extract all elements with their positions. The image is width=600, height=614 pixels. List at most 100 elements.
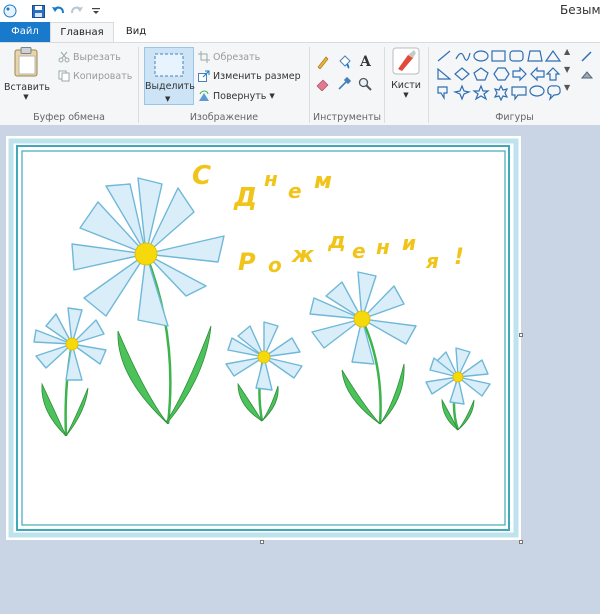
rotate-label: Повернуть	[213, 90, 267, 102]
hexagon-shape-icon[interactable]	[493, 67, 510, 81]
leaf	[341, 369, 381, 425]
canvas-resize-handle-right[interactable]	[519, 333, 523, 337]
leaf	[165, 325, 212, 423]
triangle-shape-icon[interactable]	[544, 49, 562, 62]
rotate-icon	[199, 90, 209, 101]
canvas-resize-handle-bottom[interactable]	[260, 540, 264, 544]
svg-text:A: A	[359, 54, 372, 69]
copy-icon	[58, 70, 70, 82]
greeting-letter: ж	[291, 243, 315, 268]
tab-home[interactable]: Главная	[50, 22, 114, 42]
leaf	[65, 387, 89, 437]
rotate-button[interactable]: Повернуть ▼	[198, 90, 275, 102]
greeting-letter: н	[264, 167, 278, 191]
greeting-letter: С	[192, 161, 211, 191]
six-point-star-shape-icon[interactable]	[493, 84, 509, 102]
greeting-letter: е	[352, 239, 366, 263]
paste-label: Вставить	[4, 82, 51, 93]
redo-icon[interactable]	[69, 3, 85, 19]
select-rectangle-icon	[154, 53, 184, 77]
rounded-callout-shape-icon[interactable]	[511, 86, 527, 101]
tab-view[interactable]: Вид	[116, 22, 156, 42]
tools-group-label: Инструменты	[313, 112, 381, 123]
diamond-shape-icon[interactable]	[454, 67, 470, 81]
ribbon: Вставить ▼ Вырезать Копировать Буфер обм…	[0, 42, 600, 126]
greeting-card-drawing: С Д н е м Р о ж д е н и я !	[8, 138, 519, 538]
select-label: Выделить	[145, 81, 195, 92]
flower-center	[452, 371, 464, 383]
cut-label: Вырезать	[73, 51, 121, 63]
five-point-star-shape-icon[interactable]	[472, 84, 490, 101]
right-triangle-shape-icon[interactable]	[437, 67, 452, 80]
left-arrow-shape-icon[interactable]	[530, 66, 545, 82]
text-tool-icon[interactable]: A	[358, 53, 374, 72]
fill-bucket-icon[interactable]	[337, 55, 351, 72]
greeting-letter: о	[268, 253, 282, 277]
brushes-dropdown-arrow[interactable]: ▼	[388, 91, 424, 99]
brushes-label: Кисти	[391, 80, 421, 91]
cut-button[interactable]: Вырезать	[58, 51, 121, 63]
shapes-scroll-up-arrow[interactable]: ▲	[564, 47, 570, 56]
crop-button[interactable]: Обрезать	[198, 51, 260, 63]
magnifier-icon[interactable]	[358, 77, 372, 94]
copy-button[interactable]: Копировать	[58, 70, 132, 82]
greeting-letter: !	[454, 245, 464, 270]
rotate-dropdown-arrow[interactable]: ▼	[269, 92, 274, 100]
customize-toolbar-icon[interactable]	[88, 3, 104, 19]
resize-button[interactable]: Изменить размер	[198, 70, 301, 82]
cloud-callout-shape-icon[interactable]	[547, 85, 561, 101]
up-arrow-shape-icon[interactable]	[545, 67, 561, 81]
oval-shape-icon[interactable]	[473, 50, 489, 62]
greeting-letter: я	[425, 249, 439, 273]
greeting-letter: и	[402, 231, 416, 255]
leaf	[41, 382, 67, 437]
drawing-canvas[interactable]: С Д н е м Р о ж д е н и я !	[6, 136, 521, 540]
right-arrow-shape-icon[interactable]	[512, 66, 527, 82]
greeting-text: С Д н е м Р о ж д е н и я !	[192, 161, 464, 277]
tab-file[interactable]: Файл	[0, 22, 50, 42]
pencil-icon[interactable]	[316, 55, 330, 72]
curve-shape-icon[interactable]	[455, 52, 471, 61]
resize-icon	[198, 70, 210, 82]
down-arrow-shape-icon[interactable]	[437, 86, 448, 101]
greeting-letter: е	[288, 179, 302, 203]
window-title: Безым	[560, 3, 600, 17]
outline-icon[interactable]	[580, 49, 594, 66]
shapes-scroll-down-arrow[interactable]: ▼	[564, 65, 570, 74]
shapes-expand-arrow[interactable]: ▼	[564, 83, 570, 92]
brushes-button[interactable]: Кисти ▼	[388, 47, 424, 99]
polygon-shape-icon[interactable]	[527, 50, 543, 62]
rectangle-shape-icon[interactable]	[491, 50, 506, 62]
four-point-star-shape-icon[interactable]	[452, 84, 472, 101]
image-group-label: Изображение	[189, 112, 259, 123]
paste-dropdown-arrow[interactable]: ▼	[4, 93, 48, 101]
line-shape-icon[interactable]	[437, 50, 451, 62]
color-picker-icon[interactable]	[337, 76, 352, 94]
rounded-rectangle-shape-icon[interactable]	[509, 50, 524, 62]
save-icon[interactable]	[30, 3, 46, 19]
flower-center	[257, 350, 271, 364]
flower-center	[65, 337, 79, 351]
clipboard-group-label: Буфер обмена	[33, 112, 105, 123]
paste-button[interactable]: Вставить ▼	[4, 47, 51, 101]
pentagon-shape-icon[interactable]	[473, 67, 489, 81]
eraser-icon[interactable]	[316, 77, 330, 94]
copy-label: Копировать	[73, 70, 133, 82]
canvas-resize-handle-corner[interactable]	[519, 540, 523, 544]
clipboard-icon	[14, 47, 38, 77]
shapes-gallery: ▲ ▼ ▼	[436, 47, 570, 110]
paint-app-icon[interactable]	[2, 3, 18, 19]
resize-label: Изменить размер	[213, 70, 301, 82]
shapes-group-label: Фигуры	[495, 112, 534, 123]
ribbon-tabs: Файл Главная Вид	[0, 22, 600, 42]
flower-center	[134, 242, 158, 266]
greeting-letter: Р	[238, 248, 256, 276]
greeting-letter: д	[327, 229, 346, 254]
fill-icon[interactable]	[580, 69, 594, 86]
undo-icon[interactable]	[50, 3, 66, 19]
select-button[interactable]: Выделить ▼	[144, 47, 195, 105]
select-dropdown-arrow[interactable]: ▼	[165, 95, 170, 103]
leaf	[117, 330, 169, 425]
crop-label: Обрезать	[213, 51, 261, 63]
oval-callout-shape-icon[interactable]	[529, 85, 545, 97]
